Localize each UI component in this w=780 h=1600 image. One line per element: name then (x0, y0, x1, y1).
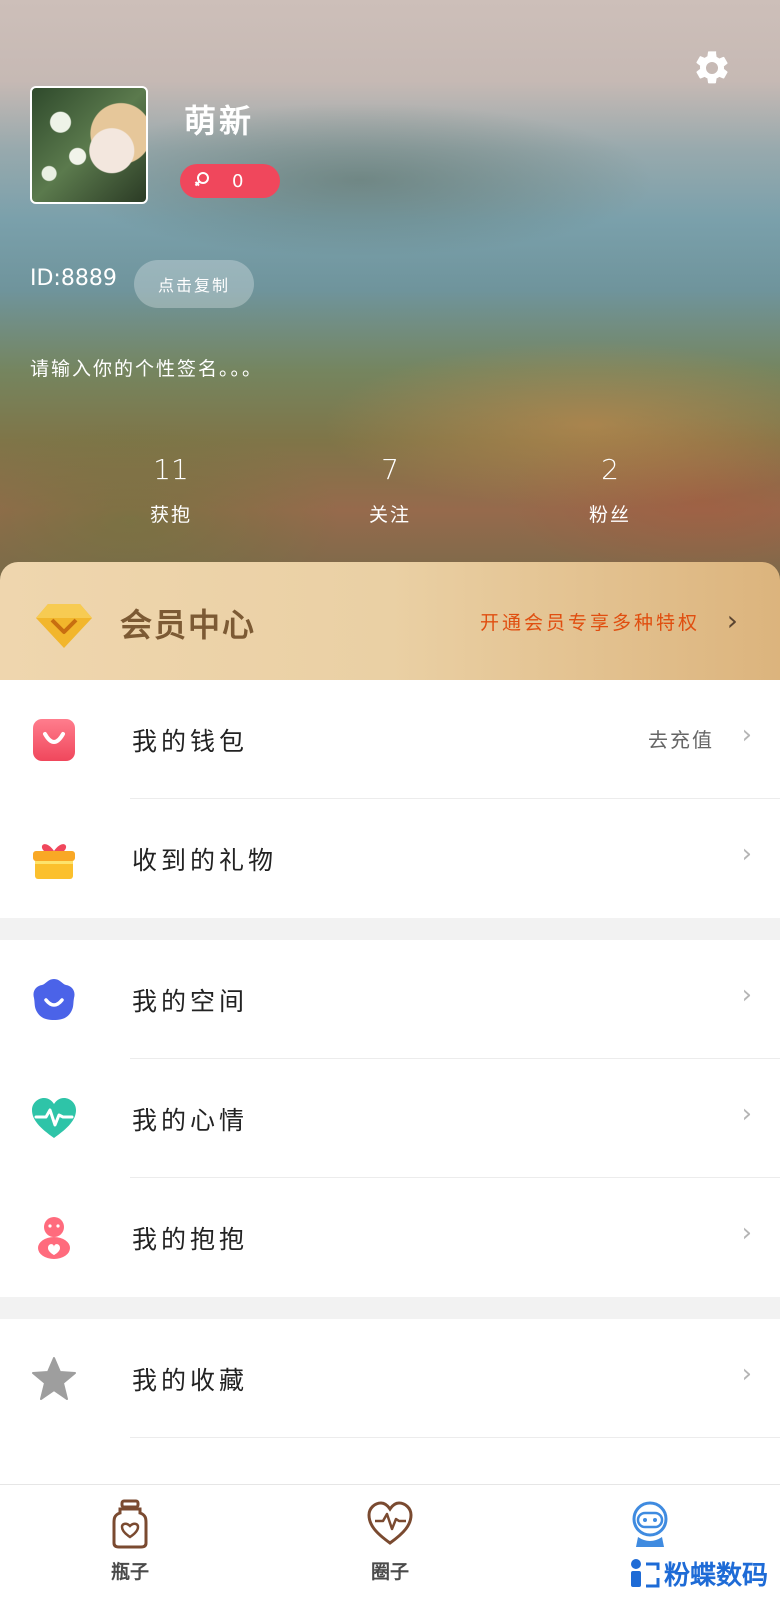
menu-item-hugs[interactable]: 我的抱抱 › (0, 1178, 780, 1297)
menu-item-label: 我的收藏 (132, 1366, 249, 1395)
gift-icon (33, 844, 75, 879)
settings-button[interactable] (692, 48, 732, 88)
menu-group-collection: 我的收藏 › (0, 1319, 780, 1484)
profile-header: 萌新 0 ID:8889 点击复制 请输入你的个性签名。。。 11 获抱 7 关… (0, 0, 780, 580)
gear-icon (696, 51, 728, 84)
divider (130, 1437, 780, 1438)
vip-center-banner[interactable]: 会员中心 开通会员专享多种特权 › (0, 562, 780, 680)
space-icon (33, 979, 75, 1020)
menu-item-label: 收到的礼物 (132, 846, 278, 875)
heart-pulse-icon (367, 1501, 413, 1545)
nav-bottle[interactable]: 瓶子 (70, 1499, 190, 1584)
user-id: ID:8889 (30, 266, 117, 291)
menu-item-label: 我的抱抱 (132, 1225, 249, 1254)
recharge-link[interactable]: 去充值 (648, 724, 714, 753)
bottom-nav: 瓶子 圈子 粉蝶数码 (0, 1484, 780, 1600)
hug-icon (38, 1217, 70, 1259)
watermark-logo-icon (630, 1558, 660, 1587)
menu-item-wallet[interactable]: 我的钱包 去充值 › (0, 680, 780, 799)
stat-label: 关注 (368, 504, 411, 526)
chevron-right-icon: › (741, 720, 752, 750)
copy-id-button[interactable]: 点击复制 (134, 260, 254, 308)
chevron-right-icon: › (741, 1099, 752, 1129)
avatar[interactable] (30, 86, 148, 204)
menu-item-label: 我的心情 (132, 1106, 249, 1135)
username: 萌新 (184, 102, 255, 140)
chevron-right-icon: › (741, 1218, 752, 1248)
robot-avatar-icon (632, 1501, 668, 1547)
vip-promo-text: 开通会员专享多种特权 (479, 612, 700, 634)
stat-label: 获抱 (149, 504, 192, 526)
watermark: 粉蝶数码 (628, 1555, 768, 1592)
stat-hugs[interactable]: 11 获抱 (111, 450, 231, 527)
heartbeat-icon (32, 1098, 76, 1138)
nav-label: 圈子 (370, 1561, 409, 1583)
diamond-icon (36, 604, 92, 648)
menu-item-label: 我的空间 (132, 987, 249, 1016)
chevron-right-icon: › (741, 1359, 752, 1389)
profile-page: 萌新 0 ID:8889 点击复制 请输入你的个性签名。。。 11 获抱 7 关… (0, 0, 780, 1600)
stat-value: 7 (381, 453, 399, 486)
menu-group-wallet: 我的钱包 去充值 › 收到的礼物 › (0, 680, 780, 918)
chevron-right-icon: › (726, 604, 738, 637)
stat-value: 2 (601, 453, 619, 486)
nav-circle[interactable]: 圈子 (330, 1499, 450, 1584)
star-icon (32, 1357, 76, 1400)
menu-item-label: 我的钱包 (132, 727, 249, 756)
gender-count: 0 (232, 170, 244, 192)
chevron-right-icon: › (741, 839, 752, 869)
gender-badge: 0 (180, 164, 280, 198)
bottle-icon (112, 1499, 148, 1549)
stat-label: 粉丝 (588, 504, 631, 526)
menu-item-favorites[interactable]: 我的收藏 › (0, 1319, 780, 1438)
menu-item-mood[interactable]: 我的心情 › (0, 1059, 780, 1178)
menu-item-gifts[interactable]: 收到的礼物 › (0, 799, 780, 918)
wallet-icon (33, 719, 75, 761)
menu-group-personal: 我的空间 › 我的心情 › 我的抱抱 › (0, 940, 780, 1297)
stat-fans[interactable]: 2 粉丝 (550, 450, 670, 527)
stats-row: 11 获抱 7 关注 2 粉丝 (0, 450, 780, 530)
female-icon (194, 172, 209, 187)
nav-label: 瓶子 (110, 1561, 149, 1583)
stat-value: 11 (153, 453, 189, 486)
menu-item-space[interactable]: 我的空间 › (0, 940, 780, 1059)
chevron-right-icon: › (741, 980, 752, 1010)
watermark-text: 粉蝶数码 (663, 1561, 768, 1591)
signature-input[interactable]: 请输入你的个性签名。。。 (30, 354, 263, 381)
nav-me[interactable] (590, 1499, 710, 1557)
vip-title: 会员中心 (120, 606, 257, 644)
stat-following[interactable]: 7 关注 (330, 450, 450, 527)
